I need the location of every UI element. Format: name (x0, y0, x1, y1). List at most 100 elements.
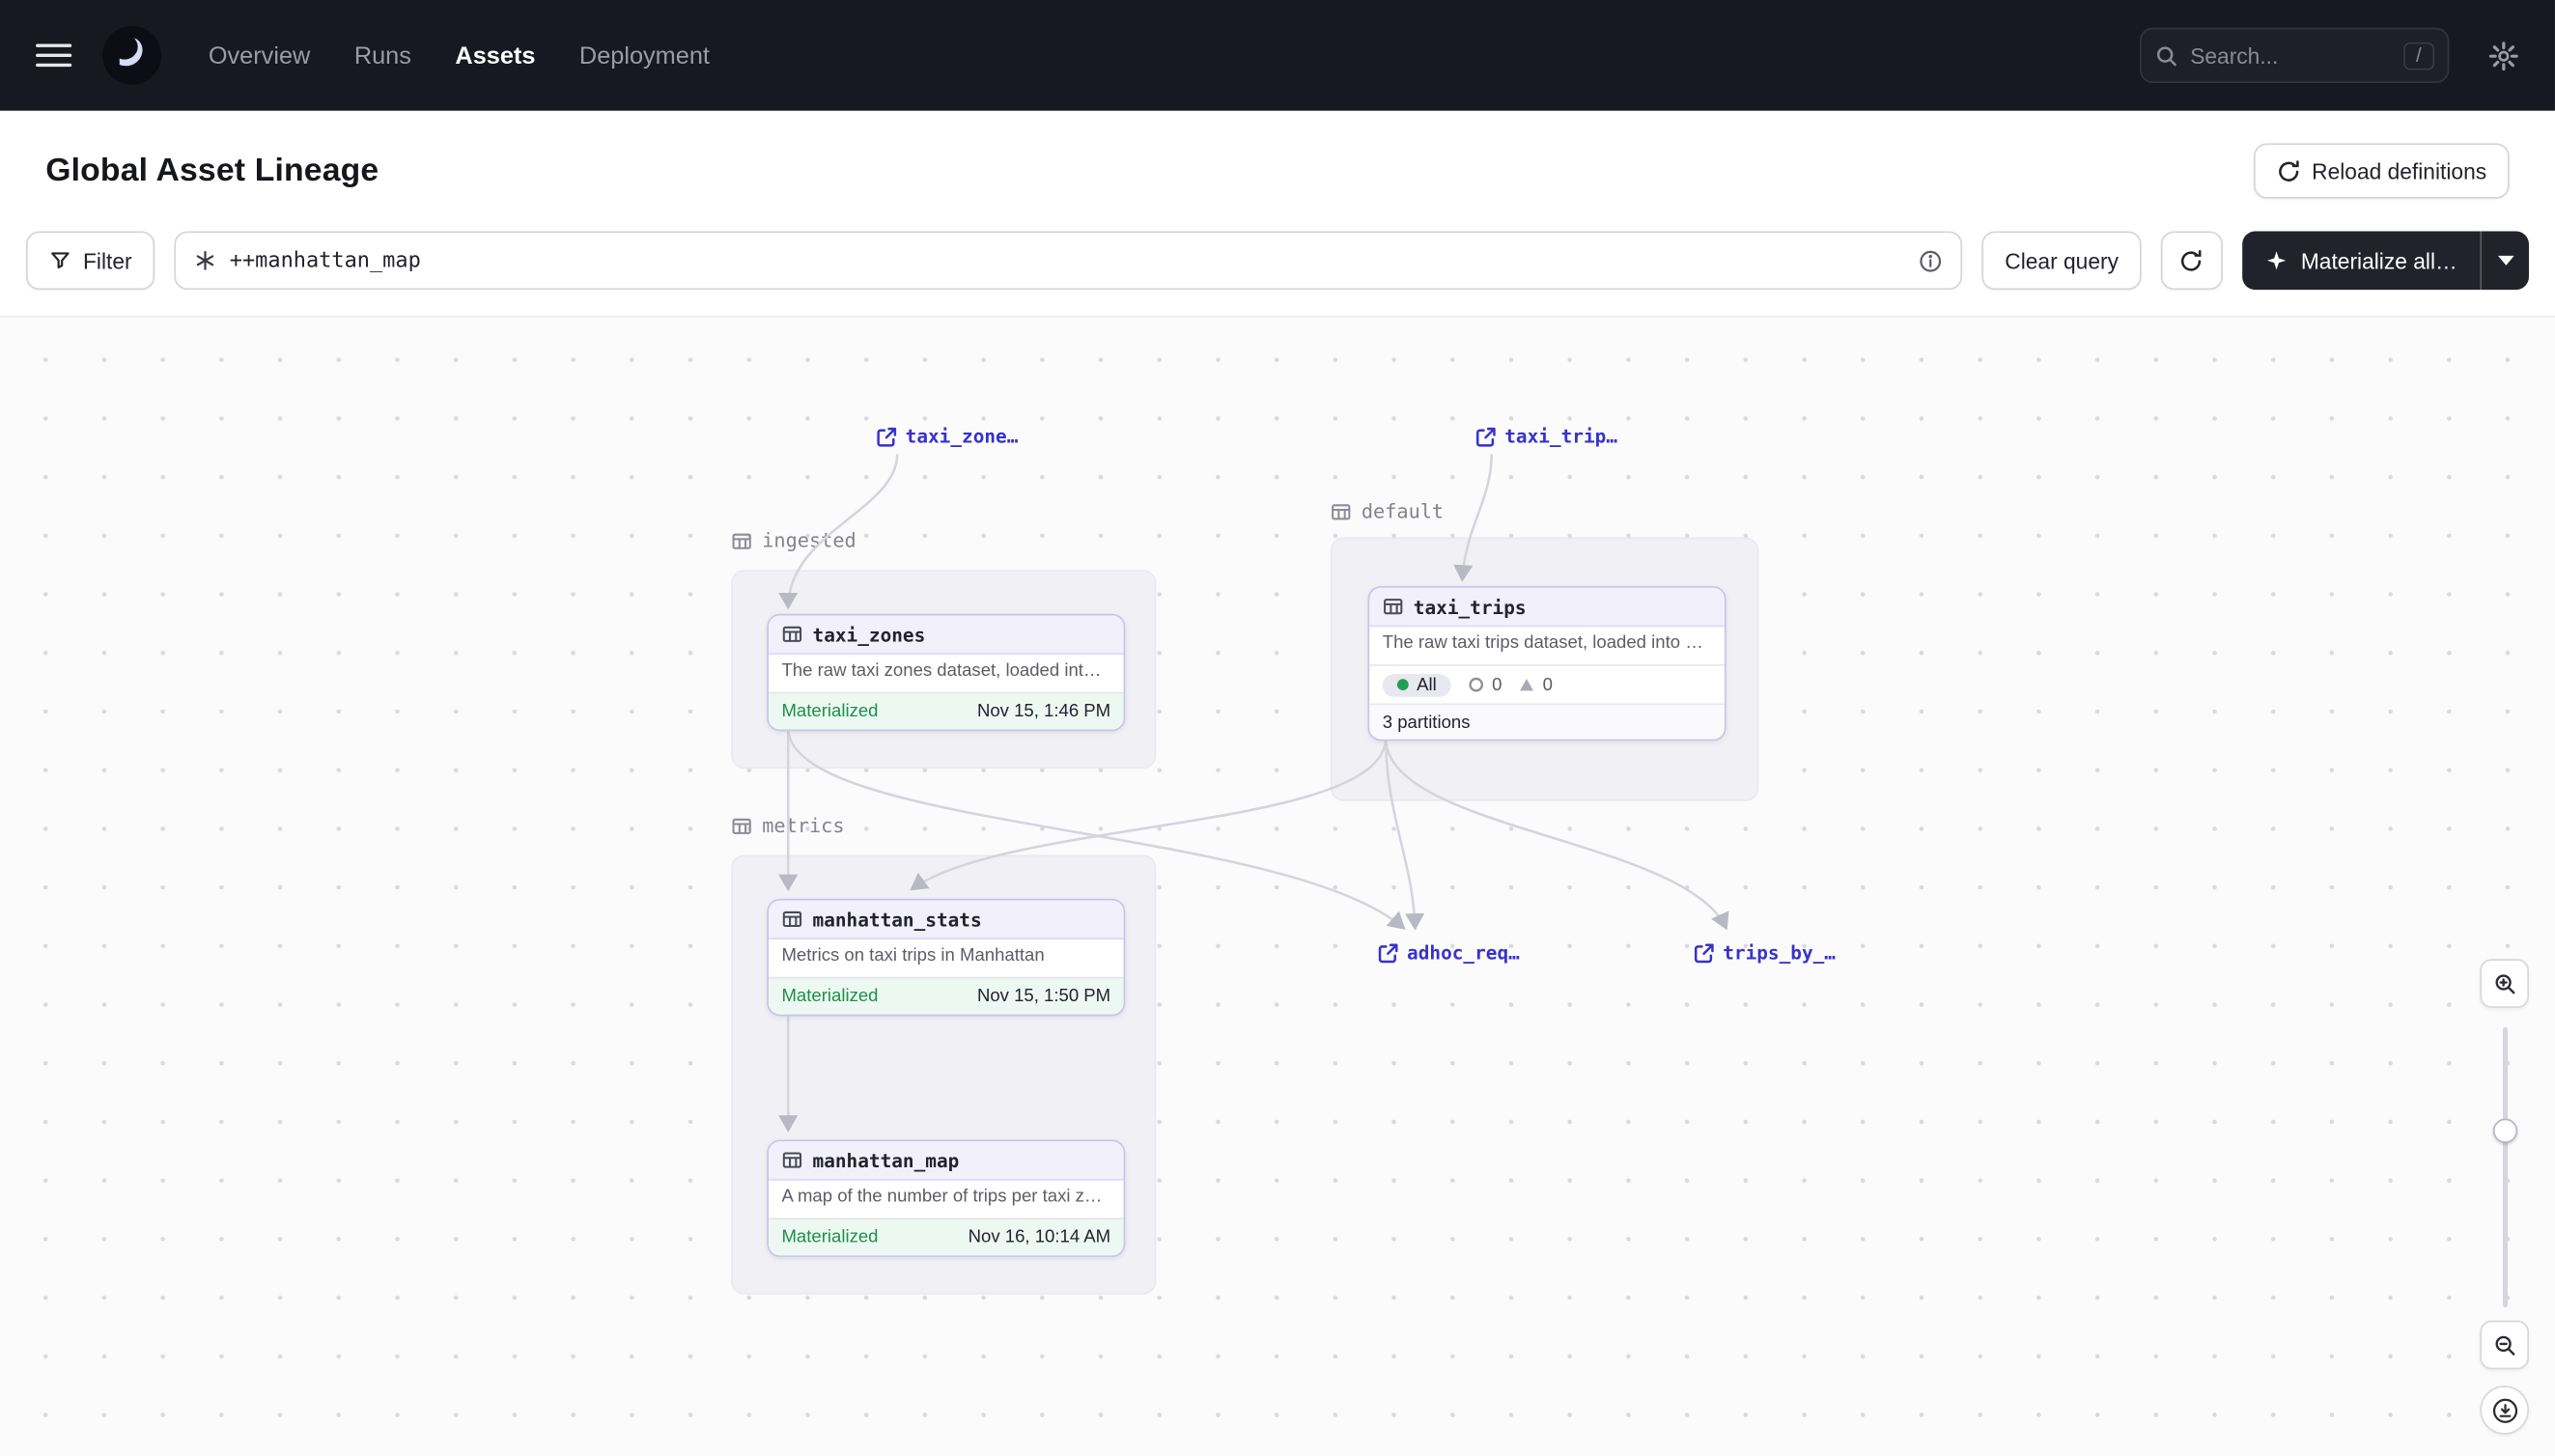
asset-name: taxi_zones (813, 623, 926, 646)
page-title: Global Asset Lineage (45, 153, 379, 190)
table-icon (781, 624, 802, 645)
asset-description: The raw taxi trips dataset, loaded into … (1369, 627, 1725, 664)
group-name: default (1362, 500, 1444, 523)
materialize-all-split-button: Materialize all… (2242, 231, 2529, 290)
materialized-timestamp: Nov 15, 1:50 PM (977, 987, 1110, 1006)
external-asset-taxi-trip[interactable]: taxi_trip… (1475, 425, 1617, 448)
reload-definitions-label: Reload definitions (2312, 158, 2486, 182)
refresh-graph-button[interactable] (2161, 231, 2223, 290)
filter-button[interactable]: Filter (26, 231, 154, 290)
app-window: Overview Runs Assets Deployment / (0, 0, 2555, 1456)
external-link-icon (1694, 942, 1715, 964)
zoom-in-button[interactable] (2480, 959, 2529, 1008)
asset-node-manhattan-map[interactable]: manhattan_map A map of the number of tri… (767, 1139, 1125, 1256)
refresh-icon (2179, 248, 2204, 272)
asset-node-header: manhattan_stats (769, 901, 1124, 939)
asset-name: taxi_trips (1414, 595, 1527, 618)
search-input[interactable] (2190, 43, 2392, 68)
external-asset-label: adhoc_req… (1407, 941, 1520, 965)
download-view-button[interactable] (2480, 1386, 2529, 1435)
global-search[interactable]: / (2140, 28, 2449, 83)
materialize-options-button[interactable] (2480, 231, 2529, 290)
external-link-icon (1475, 426, 1497, 447)
lineage-toolbar: Filter Clear query (0, 218, 2555, 316)
zoom-out-button[interactable] (2480, 1321, 2529, 1370)
external-link-icon (1378, 942, 1399, 964)
nav-links: Overview Runs Assets Deployment (209, 42, 710, 70)
nav-item-assets[interactable]: Assets (455, 42, 535, 70)
materialized-timestamp: Nov 16, 10:14 AM (969, 1228, 1110, 1247)
external-asset-label: trips_by_… (1723, 941, 1836, 965)
chevron-down-icon (2497, 256, 2513, 266)
partitions-count-label: 3 partitions (1383, 713, 1471, 732)
zoom-out-icon (2492, 1332, 2516, 1357)
table-icon (1383, 596, 1404, 617)
page-header: Global Asset Lineage Reload definitions (0, 111, 2555, 218)
external-asset-taxi-zone[interactable]: taxi_zone… (876, 425, 1018, 448)
nav-item-runs[interactable]: Runs (354, 42, 411, 70)
asset-node-header: taxi_zones (769, 615, 1124, 654)
asset-name: manhattan_map (813, 1149, 960, 1172)
asset-node-manhattan-stats[interactable]: manhattan_stats Metrics on taxi trips in… (767, 899, 1125, 1016)
materialize-all-label: Materialize all… (2301, 248, 2457, 272)
external-asset-adhoc-req[interactable]: adhoc_req… (1378, 941, 1520, 965)
search-shortcut-key: / (2403, 42, 2435, 70)
table-group-icon (1331, 501, 1352, 522)
partition-health-all[interactable]: All (1383, 673, 1451, 696)
hamburger-menu-icon[interactable] (36, 44, 71, 68)
asset-node-taxi-trips[interactable]: taxi_trips The raw taxi trips dataset, l… (1368, 586, 1727, 741)
external-asset-trips-by[interactable]: trips_by_… (1694, 941, 1836, 965)
op-selector-icon (194, 249, 217, 272)
asset-node-taxi-zones[interactable]: taxi_zones The raw taxi zones dataset, l… (767, 614, 1125, 731)
asset-query-box[interactable] (174, 231, 1962, 290)
zoom-slider-track[interactable] (2503, 1027, 2508, 1307)
warning-triangle-icon (1518, 676, 1536, 694)
external-asset-label: taxi_trip… (1504, 425, 1617, 448)
clear-query-button[interactable]: Clear query (1982, 231, 2142, 290)
group-label-ingested[interactable]: ingested (731, 529, 856, 552)
clear-query-label: Clear query (2005, 248, 2119, 272)
lineage-canvas[interactable]: ingested default metrics (0, 316, 2555, 1456)
info-icon[interactable] (1919, 248, 1943, 272)
materialized-status: Materialized (781, 702, 878, 721)
asset-description: Metrics on taxi trips in Manhattan (769, 939, 1124, 977)
dagster-logo[interactable] (101, 24, 163, 86)
external-asset-label: taxi_zone… (906, 425, 1019, 448)
reload-definitions-button[interactable]: Reload definitions (2253, 143, 2509, 198)
materialized-status: Materialized (781, 1228, 878, 1247)
group-label-default[interactable]: default (1331, 500, 1444, 523)
settings-button[interactable] (2488, 40, 2519, 70)
asset-node-header: taxi_trips (1369, 588, 1725, 627)
asset-query-input[interactable] (230, 248, 1906, 272)
lineage-edges (0, 318, 2555, 1456)
partitions-footer[interactable]: 3 partitions (1369, 704, 1725, 740)
download-icon (2490, 1396, 2518, 1424)
zoom-slider[interactable] (2491, 1027, 2519, 1307)
asset-name: manhattan_stats (813, 908, 982, 931)
asset-status-row: Materialized Nov 15, 1:50 PM (769, 977, 1124, 1015)
zoom-in-icon (2492, 971, 2516, 995)
partition-failed-count: 0 (1518, 675, 1553, 694)
refresh-icon (2276, 158, 2300, 182)
table-group-icon (731, 530, 752, 551)
asset-description: A map of the number of trips per taxi z… (769, 1181, 1124, 1218)
empty-circle-icon (1468, 676, 1486, 694)
group-name: metrics (762, 814, 844, 837)
partition-health-row: All 0 0 (1369, 664, 1725, 703)
nav-item-deployment[interactable]: Deployment (579, 42, 710, 70)
table-icon (781, 909, 802, 930)
top-nav: Overview Runs Assets Deployment / (0, 0, 2555, 111)
zoom-slider-handle[interactable] (2493, 1119, 2517, 1143)
nav-item-overview[interactable]: Overview (209, 42, 310, 70)
filter-label: Filter (83, 248, 132, 272)
group-name: ingested (762, 529, 856, 552)
asset-status-row: Materialized Nov 15, 1:46 PM (769, 692, 1124, 730)
group-label-metrics[interactable]: metrics (731, 814, 844, 837)
materialized-timestamp: Nov 15, 1:46 PM (977, 702, 1110, 721)
table-group-icon (731, 815, 752, 836)
asset-description: The raw taxi zones dataset, loaded int… (769, 655, 1124, 692)
materialize-all-button[interactable]: Materialize all… (2242, 231, 2480, 290)
gear-icon (2488, 40, 2519, 70)
external-link-icon (876, 426, 897, 447)
asset-node-header: manhattan_map (769, 1141, 1124, 1180)
